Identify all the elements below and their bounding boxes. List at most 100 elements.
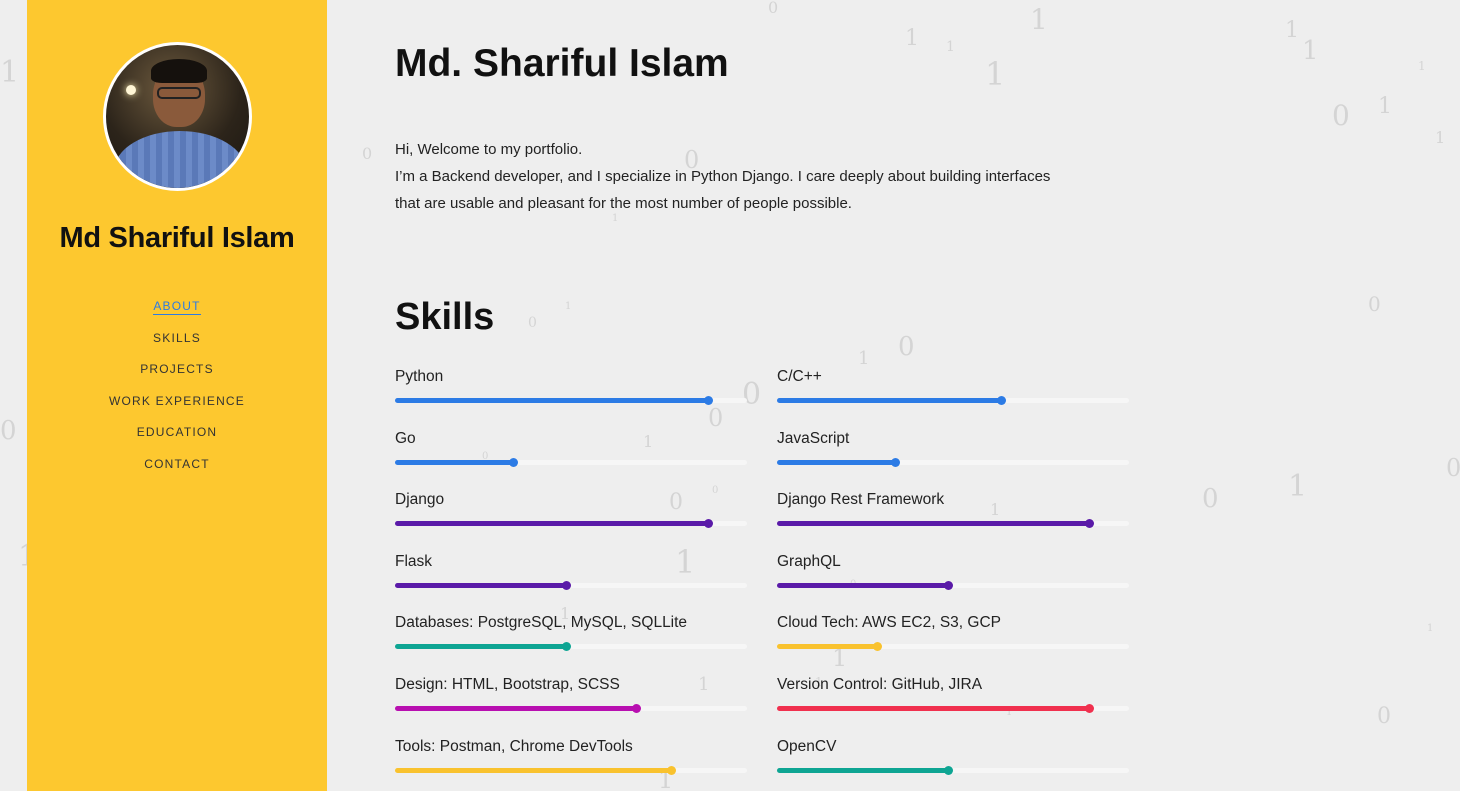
skill-item: GraphQL xyxy=(777,553,1129,590)
binary-digit: 1 xyxy=(1285,18,1299,43)
binary-digit: 0 xyxy=(1202,484,1219,514)
skill-progress-knob xyxy=(667,765,677,775)
nav-skills[interactable]: SKILLS xyxy=(153,328,201,360)
skill-progress-fill xyxy=(395,767,672,773)
skill-progress-track xyxy=(777,396,1129,405)
nav-work-experience-label: WORK EXPERIENCE xyxy=(108,393,246,408)
skill-progress-track xyxy=(395,765,747,775)
skill-label: JavaScript xyxy=(777,429,850,447)
skills-heading: Skills xyxy=(395,296,495,338)
skill-progress-fill xyxy=(777,582,948,588)
skill-item: Flask xyxy=(395,552,747,590)
skill-progress-knob xyxy=(943,765,953,775)
skill-progress-knob xyxy=(704,396,714,405)
skill-item: Django Rest Framework xyxy=(777,491,1129,529)
skill-progress-knob xyxy=(890,457,900,467)
binary-digit: 0 xyxy=(898,332,915,362)
skill-progress-knob xyxy=(996,396,1006,405)
binary-digit: 1 xyxy=(1418,59,1426,73)
skill-progress-track xyxy=(395,457,747,467)
skill-progress-fill xyxy=(777,521,1089,527)
skill-item: Django xyxy=(395,491,747,529)
skill-item: C/C++ xyxy=(777,368,1129,405)
skill-progress-track xyxy=(777,642,1129,652)
skill-label: Version Control: GitHub, JIRA xyxy=(777,676,983,693)
skill-progress-fill xyxy=(777,398,1001,403)
skill-label: Python xyxy=(395,368,444,385)
binary-digit: 1 xyxy=(832,644,848,672)
nav-about-label: ABOUT xyxy=(153,299,201,315)
nav-contact[interactable]: CONTACT xyxy=(144,454,210,486)
skill-progress-knob xyxy=(704,519,714,529)
nav-projects-label: PROJECTS xyxy=(140,362,214,377)
sidebar: Md Shariful Islam ABOUT SKILLS PROJECTS … xyxy=(27,0,327,791)
intro-paragraph: I’m a Backend developer, and I specializ… xyxy=(395,168,1051,212)
binary-digit: 1 xyxy=(905,26,919,51)
binary-digit: 0 xyxy=(0,416,17,446)
binary-digit: 0 xyxy=(362,144,373,163)
skill-progress-fill xyxy=(777,459,895,465)
skill-item: Version Control: GitHub, JIRA xyxy=(777,676,1129,713)
skill-progress-track xyxy=(777,765,1129,775)
skill-progress-track xyxy=(395,642,747,652)
nav-projects[interactable]: PROJECTS xyxy=(140,359,214,391)
skill-progress-fill xyxy=(395,582,566,588)
skill-item: JavaScript xyxy=(777,429,1129,467)
skill-progress-track xyxy=(777,704,1129,713)
binary-digit: 1 xyxy=(1378,94,1392,119)
skill-label: Design: HTML, Bootstrap, SCSS xyxy=(395,676,620,693)
nav-skills-label: SKILLS xyxy=(153,330,201,345)
skill-progress-knob xyxy=(561,580,571,590)
sidebar-name: Md Shariful Islam xyxy=(59,222,295,254)
skill-progress-knob xyxy=(561,642,571,652)
binary-digit: 1 xyxy=(565,301,572,312)
nav-contact-label: CONTACT xyxy=(144,456,210,471)
binary-digit: 1 xyxy=(1427,623,1434,634)
skill-progress-track xyxy=(395,580,747,590)
skill-progress-track xyxy=(395,396,747,405)
skill-progress-track xyxy=(777,519,1129,529)
skill-progress-fill xyxy=(395,459,513,465)
skill-label: Flask xyxy=(395,552,433,570)
skill-progress-fill xyxy=(395,706,637,711)
skill-progress-knob xyxy=(873,642,883,652)
skill-item: Tools: Postman, Chrome DevTools xyxy=(395,738,747,775)
skill-progress-fill xyxy=(395,398,709,403)
avatar xyxy=(102,42,252,191)
nav-education-label: EDUCATION xyxy=(136,425,218,440)
nav-education[interactable]: EDUCATION xyxy=(137,422,218,454)
skill-progress-fill xyxy=(395,521,709,527)
skill-progress-track xyxy=(395,519,747,529)
binary-digit: 0 xyxy=(708,404,724,432)
page-title: Md. Shariful Islam xyxy=(395,42,729,85)
binary-digit: 1 xyxy=(1302,36,1319,66)
skill-label: Go xyxy=(395,429,416,447)
skill-label: C/C++ xyxy=(777,368,822,385)
skill-label: Django Rest Framework xyxy=(777,491,945,509)
skill-progress-knob xyxy=(508,457,518,467)
skill-progress-fill xyxy=(777,644,878,650)
skill-progress-knob xyxy=(1084,704,1094,713)
skill-progress-knob xyxy=(1084,519,1094,529)
skill-item: Go xyxy=(395,429,747,467)
skill-progress-fill xyxy=(777,706,1089,711)
binary-digit: 1 xyxy=(0,55,20,90)
skill-label: Databases: PostgreSQL, MySQL, SQLLite xyxy=(395,614,688,632)
nav-about[interactable]: ABOUT xyxy=(153,296,201,328)
binary-digit: 0 xyxy=(768,0,779,17)
skill-progress-fill xyxy=(395,644,566,650)
intro-text: Hi, Welcome to my portfolio. I’m a Backe… xyxy=(395,136,1075,217)
skill-label: Cloud Tech: AWS EC2, S3, GCP xyxy=(777,614,1001,632)
nav-work-experience[interactable]: WORK EXPERIENCE xyxy=(109,391,245,423)
binary-digit: 1 xyxy=(858,348,870,369)
skill-item: Python xyxy=(395,368,747,405)
skill-progress-track xyxy=(395,704,747,713)
binary-digit: 1 xyxy=(946,39,955,55)
skill-progress-knob xyxy=(943,580,953,590)
skill-progress-knob xyxy=(632,704,642,713)
binary-digit: 1 xyxy=(1435,128,1446,147)
skill-progress-track xyxy=(777,580,1129,590)
binary-digit: 1 xyxy=(1288,469,1308,504)
skill-progress-track xyxy=(777,457,1129,467)
binary-digit: 0 xyxy=(1368,292,1381,316)
